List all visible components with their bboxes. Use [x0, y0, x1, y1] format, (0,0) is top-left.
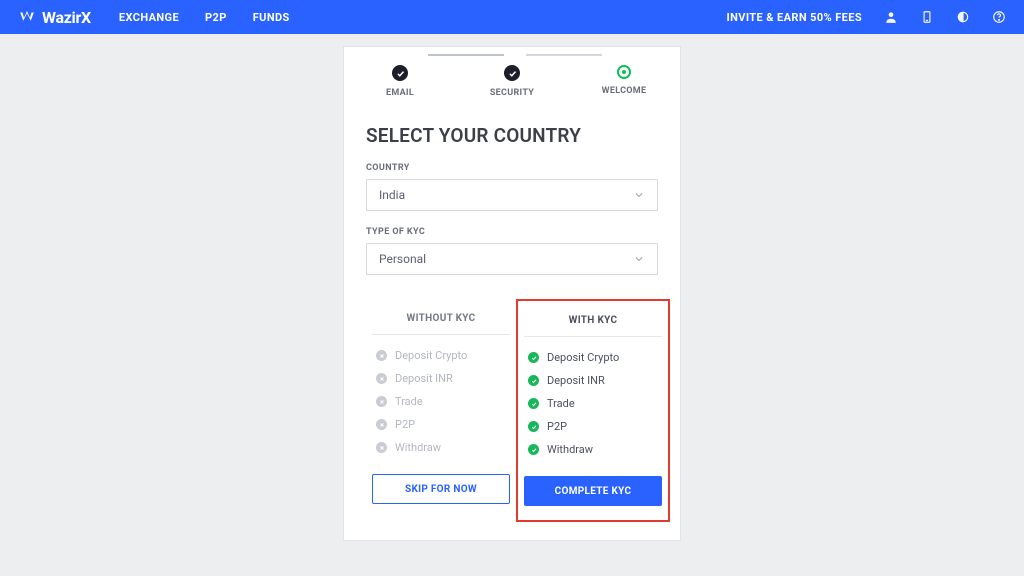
- complete-kyc-button[interactable]: COMPLETE KYC: [524, 476, 662, 506]
- kyc-type-value: Personal: [379, 252, 426, 266]
- chevron-down-icon: [633, 253, 645, 265]
- enabled-icon: [528, 421, 539, 432]
- feature-row: Deposit INR: [376, 372, 510, 385]
- without-kyc-list: Deposit Crypto Deposit INR Trade P2P Wit…: [372, 349, 510, 454]
- country-select[interactable]: India: [366, 179, 658, 211]
- chevron-down-icon: [633, 189, 645, 201]
- feature-label: P2P: [395, 418, 415, 431]
- kyc-type-label: TYPE OF KYC: [366, 227, 658, 237]
- feature-row: Deposit Crypto: [528, 351, 662, 364]
- step-label: SECURITY: [490, 88, 534, 98]
- enabled-icon: [528, 444, 539, 455]
- skip-button[interactable]: SKIP FOR NOW: [372, 474, 510, 504]
- step-line: [526, 54, 602, 56]
- feature-label: Deposit INR: [547, 374, 605, 387]
- feature-row: Withdraw: [376, 441, 510, 454]
- kyc-type-select[interactable]: Personal: [366, 243, 658, 275]
- nav-links: EXCHANGE P2P FUNDS: [119, 11, 290, 24]
- feature-label: Trade: [547, 397, 575, 410]
- feature-label: Withdraw: [395, 441, 441, 454]
- enabled-icon: [528, 398, 539, 409]
- profile-icon[interactable]: [884, 10, 898, 24]
- step-line: [428, 54, 504, 56]
- disabled-icon: [376, 373, 387, 384]
- stepper: EMAIL SECURITY WELCOME: [344, 47, 680, 110]
- current-step-icon: [617, 65, 631, 79]
- theme-toggle-icon[interactable]: [956, 10, 970, 24]
- with-kyc-list: Deposit Crypto Deposit INR Trade P2P Wit…: [524, 351, 662, 456]
- feature-row: Withdraw: [528, 443, 662, 456]
- step-security: SECURITY: [456, 65, 568, 98]
- feature-row: Trade: [376, 395, 510, 408]
- app-download-icon[interactable]: [920, 10, 934, 24]
- complete-kyc-label: COMPLETE KYC: [555, 486, 632, 497]
- feature-row: P2P: [376, 418, 510, 431]
- without-kyc-header: WITHOUT KYC: [372, 299, 510, 335]
- feature-label: Deposit Crypto: [395, 349, 467, 362]
- enabled-icon: [528, 352, 539, 363]
- without-kyc-column: WITHOUT KYC Deposit Crypto Deposit INR T…: [366, 299, 516, 522]
- with-kyc-column: WITH KYC Deposit Crypto Deposit INR Trad…: [516, 299, 670, 522]
- with-kyc-header: WITH KYC: [524, 301, 662, 337]
- onboarding-card: EMAIL SECURITY WELCOME SELECT YOUR COUNT…: [343, 46, 681, 541]
- feature-label: Deposit INR: [395, 372, 453, 385]
- country-label: COUNTRY: [366, 163, 658, 173]
- kyc-comparison: WITHOUT KYC Deposit Crypto Deposit INR T…: [344, 299, 680, 522]
- country-value: India: [379, 188, 405, 202]
- nav-right: INVITE & EARN 50% FEES: [726, 10, 1006, 24]
- disabled-icon: [376, 419, 387, 430]
- step-welcome: WELCOME: [568, 65, 680, 96]
- disabled-icon: [376, 396, 387, 407]
- feature-row: Deposit INR: [528, 374, 662, 387]
- feature-label: Deposit Crypto: [547, 351, 619, 364]
- step-label: WELCOME: [602, 86, 647, 96]
- nav-p2p[interactable]: P2P: [205, 11, 227, 24]
- nav-funds[interactable]: FUNDS: [253, 11, 290, 24]
- brand[interactable]: WazirX: [18, 8, 91, 27]
- disabled-icon: [376, 350, 387, 361]
- feature-row: Trade: [528, 397, 662, 410]
- form-section: SELECT YOUR COUNTRY COUNTRY India TYPE O…: [344, 124, 680, 275]
- feature-label: Trade: [395, 395, 423, 408]
- brand-name: WazirX: [42, 8, 91, 27]
- help-icon[interactable]: [992, 10, 1006, 24]
- step-email: EMAIL: [344, 65, 456, 98]
- nav-invite[interactable]: INVITE & EARN 50% FEES: [726, 11, 862, 24]
- feature-label: P2P: [547, 420, 567, 433]
- feature-row: Deposit Crypto: [376, 349, 510, 362]
- nav-exchange[interactable]: EXCHANGE: [119, 11, 179, 24]
- enabled-icon: [528, 375, 539, 386]
- check-icon: [504, 65, 520, 81]
- feature-row: P2P: [528, 420, 662, 433]
- step-label: EMAIL: [386, 88, 414, 98]
- top-navbar: WazirX EXCHANGE P2P FUNDS INVITE & EARN …: [0, 0, 1024, 34]
- skip-button-label: SKIP FOR NOW: [405, 484, 477, 495]
- page-title: SELECT YOUR COUNTRY: [366, 124, 658, 147]
- brand-icon: [18, 8, 36, 26]
- feature-label: Withdraw: [547, 443, 593, 456]
- disabled-icon: [376, 442, 387, 453]
- check-icon: [392, 65, 408, 81]
